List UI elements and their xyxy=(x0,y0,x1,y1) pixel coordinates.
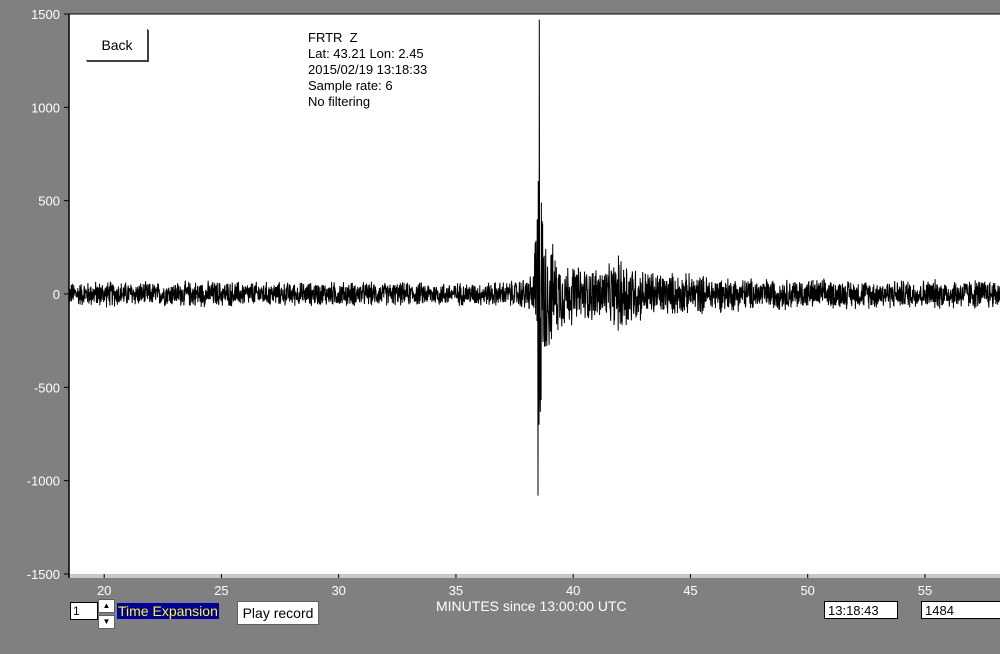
y-tick-label: -1000 xyxy=(27,474,60,489)
x-tick-label: 45 xyxy=(683,583,697,598)
x-tick-label: 55 xyxy=(918,583,932,598)
x-axis-label: MINUTES since 13:00:00 UTC xyxy=(436,598,627,614)
spin-down-button[interactable]: ▼ xyxy=(98,615,115,629)
station-code: FRTR Z xyxy=(308,30,358,45)
spin-up-button[interactable]: ▲ xyxy=(98,599,115,613)
y-tick-label: 0 xyxy=(53,287,60,302)
play-record-button[interactable]: Play record xyxy=(237,601,319,625)
x-tick-label: 25 xyxy=(214,583,228,598)
sample-rate: Sample rate: 6 xyxy=(308,78,393,93)
y-tick-label: 1500 xyxy=(31,7,60,22)
current-value-field[interactable]: 1484 xyxy=(921,601,1000,619)
y-tick-label: -500 xyxy=(34,380,60,395)
x-tick-label: 40 xyxy=(566,583,580,598)
back-button[interactable]: Back xyxy=(86,29,148,61)
time-axis-strip xyxy=(69,574,1000,578)
filter-status: No filtering xyxy=(308,94,371,109)
record-datetime: 2015/02/19 13:18:33 xyxy=(308,62,428,77)
station-location: Lat: 43.21 Lon: 2.45 xyxy=(308,46,424,61)
seismogram-plot: 1500 1000 500 0 -500 -1000 -1500 20 25 30 35 40 45 5… xyxy=(27,7,1000,598)
y-tick-label: -1500 xyxy=(27,567,60,582)
x-tick-label: 30 xyxy=(331,583,345,598)
station-info: FRTR Z Lat: 43.21 Lon: 2.45 2015/02/19 1… xyxy=(308,30,427,110)
x-tick-label: 50 xyxy=(800,583,814,598)
x-tick-label: 20 xyxy=(97,583,111,598)
y-tick-label: 1000 xyxy=(31,100,60,115)
y-tick-label: 500 xyxy=(38,194,60,209)
time-expansion-input[interactable]: 1 xyxy=(70,602,98,620)
x-tick-label: 35 xyxy=(449,583,463,598)
time-expansion-label: Time Expansion xyxy=(117,603,219,619)
current-time-field[interactable]: 13:18:43 xyxy=(824,601,898,619)
